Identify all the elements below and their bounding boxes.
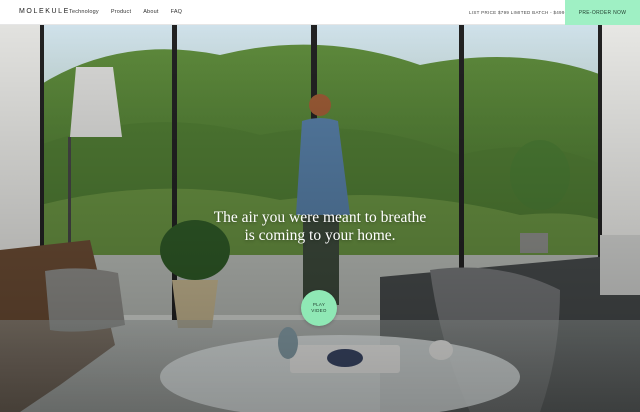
nav-link-faq[interactable]: FAQ — [171, 9, 183, 15]
play-video-button[interactable]: PLAY VIDEO — [301, 290, 337, 326]
brand-logo[interactable]: MOLEKULE — [19, 8, 70, 15]
hero-headline-line-2: is coming to your home. — [244, 227, 396, 244]
top-nav: MOLEKULE Technology Product About FAQ LI… — [0, 0, 640, 25]
hero-headline-line-1: The air you were meant to breathe — [213, 209, 427, 226]
nav-link-technology[interactable]: Technology — [69, 9, 99, 15]
hero-section: The air you were meant to breathe is com… — [0, 25, 640, 412]
price-text: LIST PRICE $799 LIMITED BATCH - $499 — [469, 10, 565, 15]
nav-links: Technology Product About FAQ — [69, 9, 194, 15]
pre-order-button[interactable]: PRE-ORDER NOW — [565, 0, 640, 25]
video-label: VIDEO — [311, 308, 327, 313]
nav-link-about[interactable]: About — [143, 9, 158, 15]
nav-link-product[interactable]: Product — [111, 9, 131, 15]
